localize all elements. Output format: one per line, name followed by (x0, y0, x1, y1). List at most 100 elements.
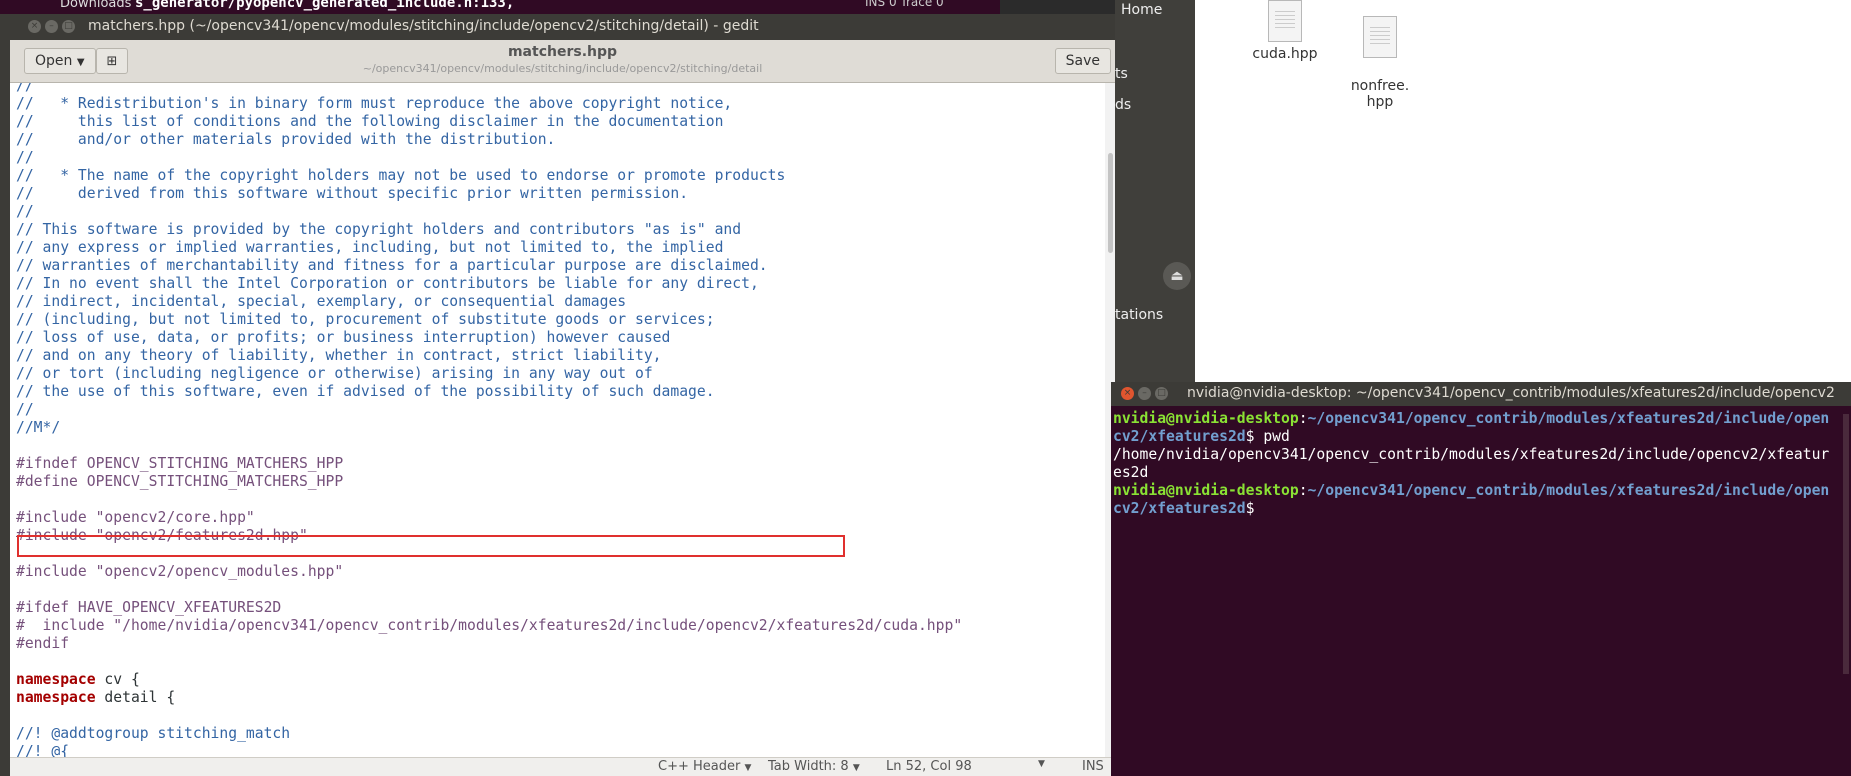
tab-width-label: Tab Width: 8 (768, 759, 849, 774)
code-token: "opencv2/core.hpp" (95, 509, 255, 526)
code-editor[interactable]: //// * Redistribution's in binary form m… (10, 83, 1115, 760)
file-name: cuda.hpp (1252, 46, 1318, 62)
sidebar-item-home[interactable]: Home (1121, 2, 1162, 18)
code-line: #ifndef OPENCV_STITCHING_MATCHERS_HPP (16, 455, 962, 473)
file-manager-content: cuda.hpp nonfree. hpp (1195, 0, 1851, 382)
code-line: namespace detail { (16, 689, 962, 707)
background-terminal: Downloads s_generator/pyopencv_generated… (0, 0, 1000, 14)
chevron-down-icon[interactable]: ▼ (1038, 759, 1045, 769)
window-title: matchers.hpp (~/opencv341/opencv/modules… (88, 18, 759, 34)
document-title: matchers.hpp (507, 44, 618, 60)
code-line: // This software is provided by the copy… (16, 221, 962, 239)
code-token: cv { (95, 671, 140, 688)
code-token: // (16, 83, 34, 94)
code-token: #define OPENCV_STITCHING_MATCHERS_HPP (16, 473, 344, 490)
terminal-snippet: s_generator/pyopencv_generated_include.h… (135, 0, 515, 11)
code-token: namespace (16, 689, 96, 706)
scrollbar-thumb[interactable] (1108, 153, 1113, 253)
sidebar-item-partial-1[interactable]: ts (1115, 66, 1128, 82)
sidebar-item-partial-3[interactable]: tations (1115, 307, 1163, 323)
code-token: //M*/ (16, 419, 61, 436)
code-line: // warranties of merchantability and fit… (16, 257, 962, 275)
code-line: #endif (16, 635, 962, 653)
code-token: #ifndef OPENCV_STITCHING_MATCHERS_HPP (16, 455, 344, 472)
code-line: // loss of use, data, or profits; or bus… (16, 329, 962, 347)
file-item[interactable]: nonfree. hpp (1340, 0, 1420, 110)
code-line: #include "opencv2/core.hpp" (16, 509, 962, 527)
eject-icon[interactable]: ⏏ (1163, 262, 1191, 290)
terminal-scrollbar[interactable] (1843, 414, 1849, 674)
save-button[interactable]: Save (1054, 48, 1111, 74)
file-item[interactable]: cuda.hpp (1245, 0, 1325, 62)
window-controls: × – □ (1121, 387, 1172, 403)
language-label: C++ Header (658, 759, 741, 774)
file-manager-window: Home ts ds ⏏ tations cuda.hpp nonfree. h… (1115, 0, 1851, 382)
code-token: // this list of conditions and the follo… (16, 113, 724, 130)
minimize-icon[interactable]: – (1138, 387, 1151, 400)
file-manager-sidebar: Home ts ds ⏏ tations (1115, 0, 1195, 382)
code-token: #include (16, 563, 96, 580)
code-line: // this list of conditions and the follo… (16, 113, 962, 131)
close-icon[interactable]: × (28, 20, 41, 33)
code-lines: //// * Redistribution's in binary form m… (16, 83, 962, 760)
code-line: // * The name of the copyright holders m… (16, 167, 962, 185)
code-token: // In no event shall the Intel Corporati… (16, 275, 759, 292)
code-token: // * Redistribution's in binary form mus… (16, 95, 733, 112)
code-token: // and on any theory of liability, wheth… (16, 347, 662, 364)
terminal-status-text: INS 0 Trace 0 (865, 0, 944, 9)
code-token: // (16, 401, 34, 418)
code-token: // and/or other materials provided with … (16, 131, 556, 148)
code-line: #ifdef HAVE_OPENCV_XFEATURES2D (16, 599, 962, 617)
maximize-icon[interactable]: □ (1155, 387, 1168, 400)
cursor-position[interactable]: Ln 52, Col 98 (886, 759, 972, 774)
document-path: ~/opencv341/opencv/modules/stitching/inc… (362, 62, 763, 75)
prompt-user: nvidia@nvidia-desktop (1113, 482, 1299, 499)
terminal-titlebar[interactable]: × – □ nvidia@nvidia-desktop: ~/opencv341/o… (1111, 382, 1851, 406)
prompt-user: nvidia@nvidia-desktop (1113, 410, 1299, 427)
code-line: // * Redistribution's in binary form mus… (16, 95, 962, 113)
code-line: // (16, 401, 962, 419)
downloads-label: Downloads (60, 0, 132, 11)
gedit-window: × – □ matchers.hpp (~/opencv341/opencv/mod… (0, 14, 1115, 776)
minimize-icon[interactable]: – (45, 20, 58, 33)
command-text: pwd (1254, 428, 1290, 445)
code-line: // (16, 83, 962, 95)
code-token: // the use of this software, even if adv… (16, 383, 715, 400)
code-line: #include "opencv2/opencv_modules.hpp" (16, 563, 962, 581)
code-line: // derived from this software without sp… (16, 185, 962, 203)
chevron-down-icon: ▼ (744, 763, 752, 773)
code-line: namespace cv { (16, 671, 962, 689)
code-token: // any express or implied warranties, in… (16, 239, 724, 256)
highlight-box (17, 535, 845, 557)
code-token: # include (16, 617, 114, 634)
code-line: // (including, but not limited to, procu… (16, 311, 962, 329)
code-line: # include "/home/nvidia/opencv341/opencv… (16, 617, 962, 635)
terminal-title: nvidia@nvidia-desktop: ~/opencv341/openc… (1187, 385, 1835, 401)
terminal-output[interactable]: nvidia@nvidia-desktop:~/opencv341/opencv… (1113, 410, 1837, 518)
code-line: // In no event shall the Intel Corporati… (16, 275, 962, 293)
code-token: // or tort (including negligence or othe… (16, 365, 653, 382)
code-line: #define OPENCV_STITCHING_MATCHERS_HPP (16, 473, 962, 491)
sidebar-item-partial-2[interactable]: ds (1115, 97, 1131, 113)
code-token: namespace (16, 671, 96, 688)
code-token: // loss of use, data, or profits; or bus… (16, 329, 671, 346)
terminal-window[interactable]: × – □ nvidia@nvidia-desktop: ~/opencv341/o… (1111, 382, 1851, 776)
maximize-icon[interactable]: □ (62, 20, 75, 33)
code-line: // (16, 149, 962, 167)
tab-width-selector[interactable]: Tab Width: 8 ▼ (768, 759, 860, 774)
chevron-down-icon: ▼ (852, 763, 860, 773)
code-line: // indirect, incidental, special, exempl… (16, 293, 962, 311)
code-line: //! @addtogroup stitching_match (16, 725, 962, 743)
code-token: "opencv2/opencv_modules.hpp" (95, 563, 344, 580)
code-token: // (including, but not limited to, procu… (16, 311, 715, 328)
language-selector[interactable]: C++ Header ▼ (658, 759, 751, 774)
gedit-titlebar[interactable]: × – □ matchers.hpp (~/opencv341/opencv/mod… (10, 14, 1115, 40)
close-icon[interactable]: × (1121, 387, 1134, 400)
code-token: #ifdef HAVE_OPENCV_XFEATURES2D (16, 599, 282, 616)
code-line: // and on any theory of liability, wheth… (16, 347, 962, 365)
code-token: //! @addtogroup stitching_match (16, 725, 291, 742)
